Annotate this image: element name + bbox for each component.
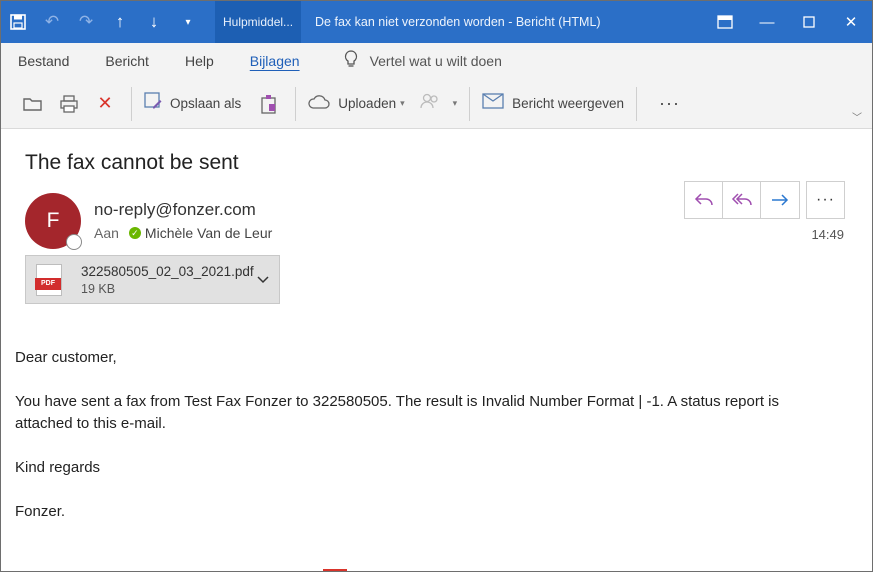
sender-address[interactable]: no-reply@fonzer.com [94,200,256,220]
pdf-badge: PDF [35,277,61,290]
chevron-down-icon: ▾ [400,98,405,108]
upload-label: Uploaden [338,96,397,111]
close-icon[interactable]: ✕ [830,1,872,43]
ribbon-separator [131,86,132,121]
ribbon-separator [469,86,471,121]
body-closing: Kind regards [15,459,101,476]
window-controls: — ✕ [704,1,872,43]
tell-me-label: Vertel wat u wilt doen [369,53,502,69]
forward-icon [772,194,789,206]
save-all-attachments-icon[interactable] [251,86,287,122]
contextual-tab-label: Hulpmiddel... [215,1,302,43]
body-signature: Fonzer. [15,503,66,520]
reply-icon [694,193,713,206]
reply-all-icon [731,193,752,206]
attachment-name: 322580505_02_03_2021.pdf [81,263,254,279]
received-time: 14:49 [811,227,844,242]
outlook-message-window: ↶ ↷ ↑ ↓ ▾ Hulpmiddel... De fax kan niet … [0,0,873,572]
attachment-size: 19 KB [81,281,116,296]
tab-file[interactable]: Bestand [18,53,69,69]
ribbon-separator [635,86,637,121]
customize-toolbar-icon[interactable]: ▾ [171,1,205,43]
ribbon-separator [295,86,297,121]
more-actions-button[interactable]: ··· [806,181,845,219]
reply-button[interactable] [685,182,723,218]
tab-message[interactable]: Bericht [105,53,149,69]
quick-access-toolbar: ↶ ↷ ↑ ↓ ▾ [1,1,205,43]
body-message: You have sent a fax from Test Fax Fonzer… [15,393,780,432]
online-status-icon: ✓ [128,227,141,239]
lightbulb-icon [344,49,358,73]
undo-icon[interactable]: ↶ [35,1,69,43]
ribbon-toolbar: ✕ Opslaan als Uploaden ▾ ▾ Bericht weerg… [1,79,872,129]
collapse-ribbon-icon[interactable]: ﹀ [852,109,862,124]
message-actions [684,181,800,219]
tab-attachments[interactable]: Bijlagen [250,53,300,69]
tell-me-box[interactable]: Vertel wat u wilt doen [344,49,502,73]
ribbon-tabs: Bestand Bericht Help Bijlagen Vertel wat… [1,43,872,79]
minimize-icon[interactable]: — [746,1,788,43]
save-as-button[interactable]: Opslaan als [140,86,245,122]
show-message-label: Bericht weergeven [512,96,624,111]
reply-all-button[interactable] [723,182,761,218]
cloud-icon [308,94,330,114]
attachment-card[interactable]: PDF 322580505_02_03_2021.pdf 19 KB [25,255,280,304]
show-message-icon [482,92,504,115]
pdf-file-icon: PDF [35,263,62,296]
remove-attachment-icon[interactable]: ✕ [87,86,123,122]
save-as-label: Opslaan als [170,96,242,111]
save-as-icon [144,92,162,115]
chevron-down-icon: ▾ [452,98,458,108]
upload-button[interactable]: Uploaden ▾ [304,86,408,122]
share-button[interactable]: ▾ [415,86,462,122]
email-subject: The fax cannot be sent [25,151,239,174]
maximize-icon[interactable] [788,1,830,43]
recipient-name[interactable]: Michèle Van de Leur [145,225,272,241]
chevron-down-icon[interactable] [257,273,269,287]
print-icon[interactable] [51,86,87,122]
save-icon[interactable] [1,1,35,43]
forward-button[interactable] [761,182,799,218]
people-icon [419,93,441,114]
open-folder-icon[interactable] [15,86,51,122]
to-label: Aan [94,225,119,241]
attachment-info: 322580505_02_03_2021.pdf 19 KB [81,264,254,296]
email-body: Dear customer, You have sent a fax from … [15,347,815,545]
recipient-row: Aan ✓ Michèle Van de Leur [94,225,272,241]
body-greeting: Dear customer, [15,349,117,366]
title-bar: ↶ ↷ ↑ ↓ ▾ Hulpmiddel... De fax kan niet … [1,1,872,43]
show-message-button[interactable]: Bericht weergeven [478,86,628,122]
ribbon-display-options-icon[interactable] [704,1,746,43]
next-item-icon[interactable]: ↓ [137,1,171,43]
presence-status-icon [66,234,82,250]
more-commands-icon[interactable]: ··· [659,93,680,114]
tab-help[interactable]: Help [185,53,214,69]
redo-icon[interactable]: ↷ [69,1,103,43]
window-title: De fax kan niet verzonden worden - Beric… [315,15,601,29]
previous-item-icon[interactable]: ↑ [103,1,137,43]
